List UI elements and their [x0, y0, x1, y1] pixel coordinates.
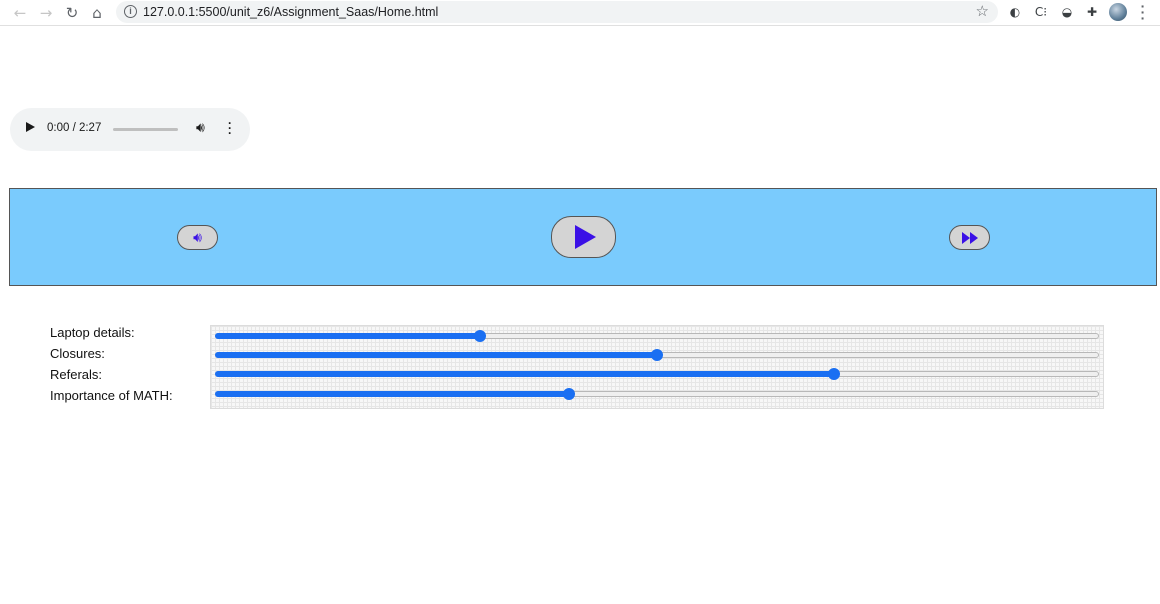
slider-label: Laptop details: [50, 325, 135, 340]
audio-time: 0:00 / 2:27 [47, 122, 102, 134]
slider-referals[interactable] [215, 368, 1099, 380]
audio-play-icon[interactable] [26, 122, 35, 132]
control-panel: 🔊︎ [9, 188, 1157, 286]
extensions-puzzle-icon[interactable]: ✚ [1084, 4, 1100, 20]
slider-label: Importance of MATH: [50, 388, 173, 403]
site-info-icon[interactable]: i [124, 5, 137, 18]
bookmark-star-icon[interactable]: ☆ [976, 2, 989, 20]
slider-labels: Laptop details: Closures: Referals: Impo… [50, 325, 173, 409]
home-icon[interactable]: ⌂ [88, 4, 106, 22]
extension-icon[interactable]: ◐ [1007, 4, 1023, 20]
slider-thumb[interactable] [828, 368, 840, 380]
slider-importance-of-math[interactable] [215, 388, 1099, 400]
url-text[interactable]: 127.0.0.1:5500/unit_z6/Assignment_Saas/H… [143, 5, 438, 19]
fast-forward-icon [961, 231, 978, 244]
slider-thumb[interactable] [474, 330, 486, 342]
browser-toolbar: ← → ↻ ⌂ i 127.0.0.1:5500/unit_z6/Assignm… [0, 0, 1160, 26]
slider-closures[interactable] [215, 349, 1099, 361]
slider-group [210, 325, 1104, 409]
audio-progress-bar[interactable] [113, 128, 178, 131]
audio-more-options-icon[interactable]: · · · [226, 117, 234, 139]
play-icon [575, 225, 596, 249]
browser-menu-icon[interactable]: · · · [1139, 0, 1147, 25]
profile-avatar[interactable] [1109, 3, 1127, 21]
forward-arrow-icon[interactable]: → [37, 4, 55, 22]
fast-forward-button[interactable] [949, 225, 990, 250]
extension-icon[interactable]: ◒ [1059, 4, 1075, 20]
slider-label: Referals: [50, 367, 103, 382]
volume-button[interactable]: 🔊︎ [177, 225, 218, 250]
address-bar[interactable]: i 127.0.0.1:5500/unit_z6/Assignment_Saas… [116, 1, 998, 23]
audio-volume-icon[interactable]: 🔊︎ [196, 120, 205, 136]
volume-icon: 🔊︎ [193, 229, 202, 246]
audio-player: 0:00 / 2:27 🔊︎ · · · [10, 108, 250, 151]
reload-icon[interactable]: ↻ [63, 4, 81, 22]
back-arrow-icon[interactable]: ← [11, 4, 29, 22]
slider-laptop-details[interactable] [215, 330, 1099, 342]
slider-thumb[interactable] [563, 388, 575, 400]
extension-icon[interactable]: C⁝ [1033, 4, 1049, 20]
play-button[interactable] [551, 216, 616, 258]
slider-thumb[interactable] [651, 349, 663, 361]
slider-label: Closures: [50, 346, 105, 361]
